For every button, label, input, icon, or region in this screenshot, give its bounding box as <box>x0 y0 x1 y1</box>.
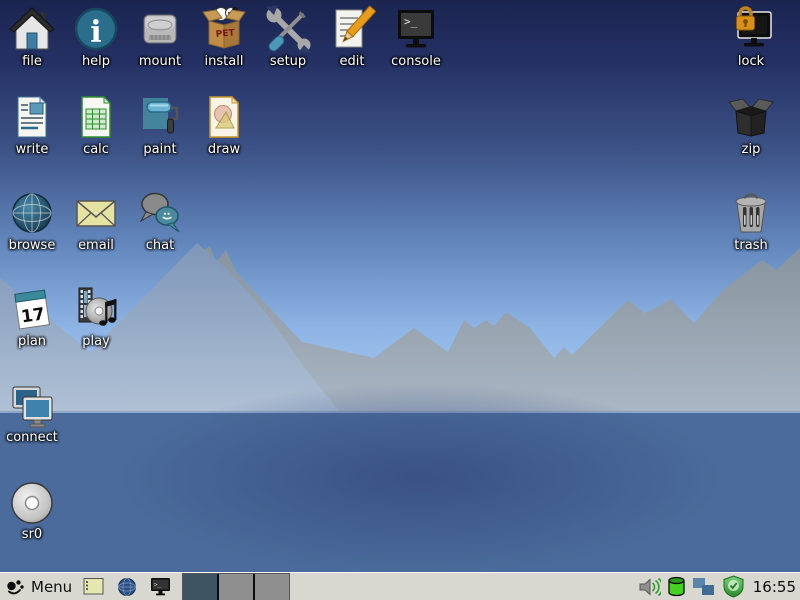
desktop-icon-write[interactable]: write <box>0 93 64 157</box>
calendar-icon: 17 <box>8 285 56 333</box>
puppy-logo-icon <box>6 578 26 596</box>
desktop-icon-edit[interactable]: edit <box>320 5 384 69</box>
tools-icon <box>264 5 312 53</box>
desktop-icon-help[interactable]: i help <box>64 5 128 69</box>
desktop-icon-trash[interactable]: trash <box>719 189 783 253</box>
workspace-3[interactable] <box>255 574 289 600</box>
terminal-icon: >_ <box>392 5 440 53</box>
info-icon: i <box>72 5 120 53</box>
icon-label: calc <box>64 143 128 157</box>
envelope-icon <box>72 189 120 237</box>
icon-label: file <box>0 55 64 69</box>
desktop-icon-draw[interactable]: draw <box>192 93 256 157</box>
edit-document-icon <box>328 5 376 53</box>
text-editor-launcher[interactable] <box>82 575 106 599</box>
icon-label: draw <box>192 143 256 157</box>
desktop-icon-console[interactable]: >_ console <box>384 5 448 69</box>
network-monitors-icon <box>8 381 56 429</box>
menu-button[interactable]: Menu <box>0 573 80 600</box>
desktop-icon-email[interactable]: email <box>64 189 128 253</box>
icon-label: mount <box>128 55 192 69</box>
cd-disc-icon <box>8 478 56 526</box>
terminal-icon: >_ <box>150 577 171 596</box>
desktop-icon-chat[interactable]: :) chat <box>128 189 192 253</box>
network-icon[interactable] <box>692 577 716 597</box>
svg-text::): :) <box>161 212 172 221</box>
icon-label: lock <box>719 55 783 69</box>
icon-label: chat <box>128 239 192 253</box>
clock: 16:55 <box>753 578 796 596</box>
desktop-icon-file[interactable]: file <box>0 5 64 69</box>
workspace-pager <box>182 573 290 600</box>
icon-label: plan <box>0 335 64 349</box>
taskbar: Menu <box>0 572 800 600</box>
svg-text:17: 17 <box>20 304 46 327</box>
icon-label: zip <box>719 143 783 157</box>
launcher-bar: >_ <box>82 575 172 599</box>
icon-label: paint <box>128 143 192 157</box>
text-editor-icon <box>83 577 105 596</box>
svg-text:>_: >_ <box>154 582 162 589</box>
lock-screen-icon <box>727 5 775 53</box>
desktop-icon-zip[interactable]: zip <box>719 93 783 157</box>
archive-box-icon <box>727 93 775 141</box>
desktop-icon-calc[interactable]: calc <box>64 93 128 157</box>
workspace-2[interactable] <box>219 574 255 600</box>
desktop-icon-lock[interactable]: lock <box>719 5 783 69</box>
icon-label: connect <box>0 431 64 445</box>
svg-text:PET: PET <box>215 28 236 40</box>
desktop-icon-connect[interactable]: connect <box>0 381 64 445</box>
chat-bubbles-icon: :) <box>136 189 184 237</box>
icon-label: setup <box>256 55 320 69</box>
icon-label: trash <box>719 239 783 253</box>
system-tray: 16:55 <box>638 575 800 598</box>
icon-label: edit <box>320 55 384 69</box>
firewall-shield-icon[interactable] <box>722 575 745 598</box>
desktop-icon-install[interactable]: PET install <box>192 5 256 69</box>
icon-label: write <box>0 143 64 157</box>
workspace-1[interactable] <box>183 574 219 600</box>
icon-label: console <box>384 55 448 69</box>
icon-label: email <box>64 239 128 253</box>
globe-icon <box>117 577 137 597</box>
house-icon <box>8 5 56 53</box>
desktop-icon-plan[interactable]: 17 plan <box>0 285 64 349</box>
harddrive-icon <box>136 5 184 53</box>
writer-document-icon <box>8 93 56 141</box>
media-player-icon <box>72 285 120 333</box>
pet-package-icon: PET <box>200 5 248 53</box>
icon-label: sr0 <box>0 528 64 542</box>
trash-can-icon <box>727 189 775 237</box>
icon-label: play <box>64 335 128 349</box>
globe-icon <box>8 189 56 237</box>
volume-icon[interactable] <box>638 576 661 598</box>
desktop-icon-mount[interactable]: mount <box>128 5 192 69</box>
desktop-icon-paint[interactable]: paint <box>128 93 192 157</box>
menu-label: Menu <box>31 578 72 596</box>
svg-text:>_: >_ <box>404 15 418 28</box>
disk-usage-icon[interactable] <box>667 576 686 597</box>
paint-roller-icon <box>136 93 184 141</box>
icon-label: help <box>64 55 128 69</box>
desktop: file i help mount PET <box>0 0 800 600</box>
web-browser-launcher[interactable] <box>115 575 139 599</box>
desktop-icon-play[interactable]: play <box>64 285 128 349</box>
desktop-icon-sr0[interactable]: sr0 <box>0 478 64 542</box>
svg-text:i: i <box>90 15 101 50</box>
terminal-launcher[interactable]: >_ <box>148 575 172 599</box>
icon-label: browse <box>0 239 64 253</box>
desktop-icon-setup[interactable]: setup <box>256 5 320 69</box>
desktop-icon-browse[interactable]: browse <box>0 189 64 253</box>
drawing-icon <box>200 93 248 141</box>
spreadsheet-icon <box>72 93 120 141</box>
icon-label: install <box>192 55 256 69</box>
